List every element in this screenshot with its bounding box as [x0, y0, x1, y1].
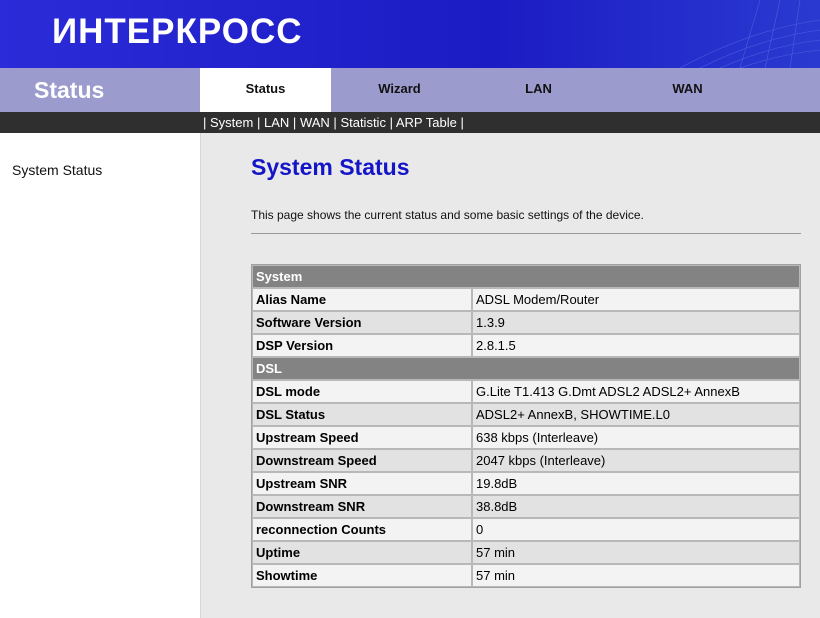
- row-value: 1.3.9: [472, 311, 800, 334]
- row-label: DSL mode: [252, 380, 472, 403]
- row-value: 2.8.1.5: [472, 334, 800, 357]
- separator: |: [460, 115, 464, 130]
- section-header-dsl: DSL: [252, 357, 800, 380]
- table-row: Downstream Speed 2047 kbps (Interleave): [252, 449, 800, 472]
- row-label: Upstream SNR: [252, 472, 472, 495]
- grid-decoration-icon: [679, 0, 820, 68]
- row-value: ADSL2+ AnnexB, SHOWTIME.L0: [472, 403, 800, 426]
- table-row: Downstream SNR 38.8dB: [252, 495, 800, 518]
- table-row: Uptime 57 min: [252, 541, 800, 564]
- main-navigation: Status Status Wizard LAN WAN: [0, 68, 820, 112]
- table-row: DSP Version 2.8.1.5: [252, 334, 800, 357]
- tab-lan[interactable]: LAN: [473, 68, 604, 112]
- row-label: Alias Name: [252, 288, 472, 311]
- section-title: Status: [34, 77, 105, 103]
- section-header-system: System: [252, 265, 800, 288]
- subnav-link-wan[interactable]: WAN: [300, 115, 330, 130]
- row-value: ADSL Modem/Router: [472, 288, 800, 311]
- header-banner: ИНТЕРКРОСС: [0, 0, 820, 68]
- row-label: DSL Status: [252, 403, 472, 426]
- table-row: DSL Status ADSL2+ AnnexB, SHOWTIME.L0: [252, 403, 800, 426]
- row-label: DSP Version: [252, 334, 472, 357]
- subnav-link-arp-table[interactable]: ARP Table: [396, 115, 457, 130]
- table-section-header: DSL: [252, 357, 800, 380]
- table-row: Showtime 57 min: [252, 564, 800, 587]
- divider: [251, 233, 801, 234]
- row-label: Uptime: [252, 541, 472, 564]
- separator: |: [292, 115, 297, 130]
- row-label: Software Version: [252, 311, 472, 334]
- row-label: reconnection Counts: [252, 518, 472, 541]
- page-title: System Status: [251, 154, 410, 180]
- separator: |: [333, 115, 337, 130]
- row-label: Showtime: [252, 564, 472, 587]
- subnav-link-lan[interactable]: LAN: [264, 115, 289, 130]
- subnav-link-system[interactable]: System: [210, 115, 253, 130]
- row-value: 0: [472, 518, 800, 541]
- tab-status[interactable]: Status: [200, 68, 331, 112]
- table-row: Software Version 1.3.9: [252, 311, 800, 334]
- row-value: G.Lite T1.413 G.Dmt ADSL2 ADSL2+ AnnexB: [472, 380, 800, 403]
- brand-logo: ИНТЕРКРОСС: [52, 12, 303, 51]
- main-content: System Status This page shows the curren…: [201, 133, 820, 618]
- row-value: 57 min: [472, 541, 800, 564]
- subnav-link-statistic[interactable]: Statistic: [340, 115, 386, 130]
- row-label: Upstream Speed: [252, 426, 472, 449]
- row-value: 638 kbps (Interleave): [472, 426, 800, 449]
- row-value: 57 min: [472, 564, 800, 587]
- separator: |: [389, 115, 393, 130]
- separator: |: [203, 115, 207, 130]
- row-label: Downstream SNR: [252, 495, 472, 518]
- row-value: 19.8dB: [472, 472, 800, 495]
- tab-wizard[interactable]: Wizard: [334, 68, 465, 112]
- sub-navigation: | System | LAN | WAN | Statistic | ARP T…: [0, 112, 820, 133]
- table-row: Upstream SNR 19.8dB: [252, 472, 800, 495]
- sidebar-item-system-status[interactable]: System Status: [12, 162, 102, 178]
- table-section-header: System: [252, 265, 800, 288]
- table-row: Alias Name ADSL Modem/Router: [252, 288, 800, 311]
- table-row: reconnection Counts 0: [252, 518, 800, 541]
- tab-wan[interactable]: WAN: [622, 68, 753, 112]
- table-row: Upstream Speed 638 kbps (Interleave): [252, 426, 800, 449]
- row-label: Downstream Speed: [252, 449, 472, 472]
- sidebar: System Status: [0, 133, 201, 618]
- page-description: This page shows the current status and s…: [251, 208, 644, 222]
- table-row: DSL mode G.Lite T1.413 G.Dmt ADSL2 ADSL2…: [252, 380, 800, 403]
- row-value: 38.8dB: [472, 495, 800, 518]
- status-table: System Alias Name ADSL Modem/Router Soft…: [251, 264, 801, 588]
- separator: |: [256, 115, 261, 130]
- row-value: 2047 kbps (Interleave): [472, 449, 800, 472]
